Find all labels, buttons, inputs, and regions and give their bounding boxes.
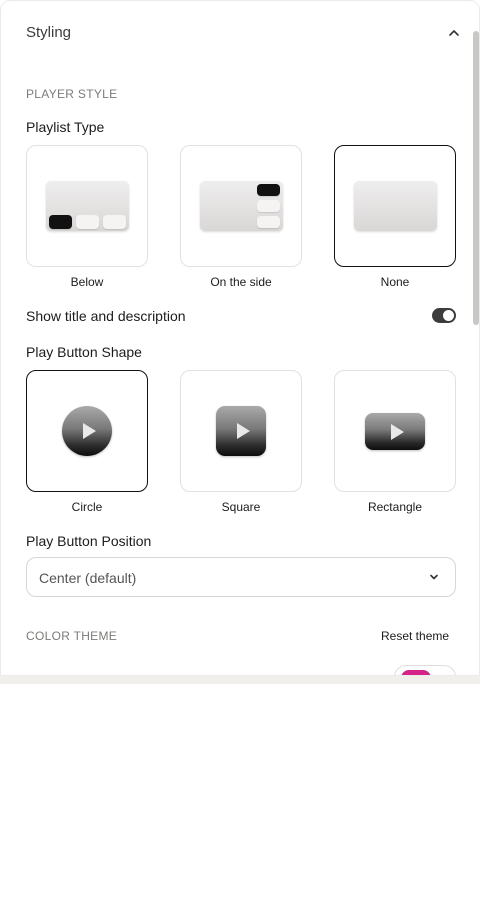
play-circle-icon	[62, 406, 112, 456]
playlist-option-label: Below	[70, 275, 104, 289]
shape-card-rectangle[interactable]	[334, 370, 456, 492]
color-theme-label: COLOR THEME	[26, 629, 118, 643]
playlist-option-label: None	[380, 275, 410, 289]
styling-header[interactable]: Styling	[1, 1, 471, 65]
playlist-option-label: On the side	[210, 275, 272, 289]
playlist-below-thumbnail	[46, 181, 129, 231]
playlist-card-side[interactable]	[180, 145, 302, 267]
shape-option-label: Rectangle	[367, 500, 423, 514]
playlist-item	[103, 215, 126, 229]
shape-option-label: Square	[221, 500, 261, 514]
shape-option-label: Circle	[71, 500, 103, 514]
player-style-label: PLAYER STYLE	[26, 87, 118, 101]
playlist-none-thumbnail	[354, 181, 437, 231]
playlist-item-active	[49, 215, 72, 229]
playlist-option-none[interactable]: None	[334, 145, 456, 289]
playlist-item-active	[257, 184, 280, 196]
reset-theme-button[interactable]: Reset theme	[381, 629, 449, 643]
scrollbar[interactable]	[473, 31, 479, 325]
styling-title: Styling	[26, 24, 72, 41]
playlist-item	[257, 200, 280, 212]
play-square-icon	[216, 406, 266, 456]
playlist-card-below[interactable]	[26, 145, 148, 267]
playlist-option-side[interactable]: On the side	[180, 145, 302, 289]
playlist-item	[76, 215, 99, 229]
play-button-position-title: Play Button Position	[26, 533, 152, 549]
playlist-item	[257, 216, 280, 228]
show-title-toggle[interactable]	[432, 308, 456, 323]
playlist-option-below[interactable]: Below	[26, 145, 148, 289]
play-rectangle-icon	[365, 413, 425, 450]
chevron-down-icon	[430, 574, 438, 580]
chevron-up-icon[interactable]	[447, 26, 461, 40]
select-value: Center (default)	[39, 570, 137, 586]
panel-bottom-edge	[0, 676, 480, 684]
shape-option-square[interactable]: Square	[180, 370, 302, 514]
shape-option-rectangle[interactable]: Rectangle	[334, 370, 456, 514]
playlist-type-title: Playlist Type	[26, 119, 105, 135]
playlist-card-none[interactable]	[334, 145, 456, 267]
play-button-shape-title: Play Button Shape	[26, 344, 142, 360]
color-swatch-picker[interactable]	[394, 665, 456, 675]
playlist-side-thumbnail	[200, 181, 283, 231]
shape-card-circle[interactable]	[26, 370, 148, 492]
shape-card-square[interactable]	[180, 370, 302, 492]
styling-panel: Styling PLAYER STYLE Playlist Type Below…	[0, 0, 480, 676]
toggle-knob	[443, 310, 454, 321]
show-title-label: Show title and description	[26, 308, 186, 324]
shape-option-circle[interactable]: Circle	[26, 370, 148, 514]
play-button-position-select[interactable]: Center (default)	[26, 557, 456, 597]
